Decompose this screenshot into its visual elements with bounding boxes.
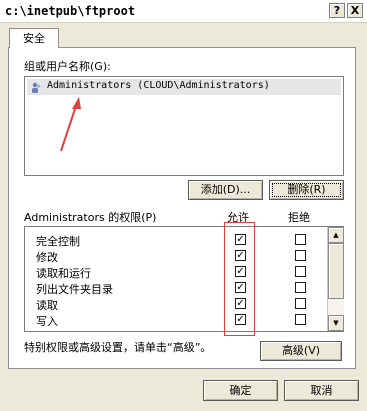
- permissions-label: Administrators 的权限(P): [24, 211, 157, 224]
- perm-name: 列出文件夹目录: [36, 283, 113, 296]
- user-name: Administrators (CLOUD\Administrators): [47, 80, 270, 91]
- tab-security[interactable]: 安全: [9, 28, 59, 48]
- deny-checkbox[interactable]: [295, 282, 306, 293]
- user-group-icon: [32, 82, 41, 93]
- deny-checkbox[interactable]: [295, 234, 306, 245]
- deny-header: 拒绝: [288, 211, 310, 224]
- perm-name: 写入: [36, 315, 58, 328]
- group-user-label: 组或用户名称(G):: [24, 60, 111, 73]
- perm-row: 列出文件夹目录 ✓: [25, 280, 327, 296]
- allow-column-highlight: [224, 222, 255, 336]
- perm-row: 完全控制 ✓: [25, 232, 327, 248]
- scroll-up-icon[interactable]: ▲: [328, 227, 344, 243]
- perm-name: 修改: [36, 251, 58, 264]
- window-title: c:\inetpub\ftproot: [5, 4, 136, 18]
- perm-row: 读取 ✓: [25, 296, 327, 312]
- deny-checkbox[interactable]: [295, 266, 306, 277]
- permissions-list[interactable]: 完全控制 ✓ 修改 ✓ 读取和运行 ✓ 列出文件夹目录 ✓ 读取 ✓ 写入 ✓ …: [24, 226, 344, 332]
- scroll-thumb[interactable]: [328, 243, 344, 299]
- perm-row: 写入 ✓: [25, 312, 327, 328]
- advanced-button[interactable]: 高级(V): [260, 341, 342, 361]
- deny-checkbox[interactable]: [295, 250, 306, 261]
- remove-button[interactable]: 删除(R): [269, 180, 344, 200]
- cancel-button[interactable]: 取消: [284, 380, 359, 401]
- scroll-down-icon[interactable]: ▼: [328, 315, 344, 331]
- perm-name: 读取和运行: [36, 267, 91, 280]
- perm-name: 完全控制: [36, 235, 80, 248]
- list-item-administrators[interactable]: Administrators (CLOUD\Administrators): [27, 79, 341, 95]
- perm-row: 修改 ✓: [25, 248, 327, 264]
- deny-checkbox[interactable]: [295, 298, 306, 309]
- permissions-scrollbar[interactable]: ▲ ▼: [327, 227, 344, 331]
- perm-name: 读取: [36, 299, 58, 312]
- ok-button[interactable]: 确定: [203, 380, 278, 401]
- perm-row: 读取和运行 ✓: [25, 264, 327, 280]
- help-button[interactable]: ?: [329, 3, 345, 18]
- annotation-arrow-icon: [60, 97, 81, 152]
- deny-checkbox[interactable]: [295, 314, 306, 325]
- title-bar: c:\inetpub\ftproot ? X: [0, 0, 367, 23]
- add-button[interactable]: 添加(D)...: [188, 180, 263, 200]
- close-button[interactable]: X: [347, 3, 363, 18]
- advanced-hint: 特别权限或高级设置，请单击“高级”。: [24, 341, 212, 354]
